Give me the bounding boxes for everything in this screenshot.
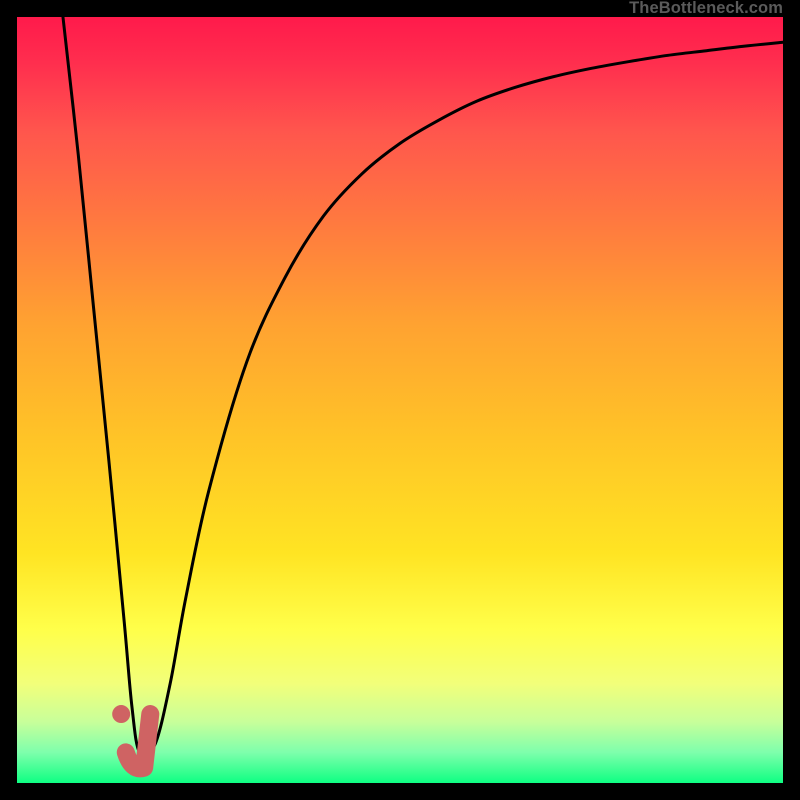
chart-frame <box>17 17 783 783</box>
trough-marker-j <box>126 714 151 768</box>
site-name: TheBottleneck.com <box>629 0 783 17</box>
chart-svg <box>17 17 783 783</box>
bottleneck-curve <box>63 17 783 756</box>
trough-marker-dot <box>112 705 130 723</box>
